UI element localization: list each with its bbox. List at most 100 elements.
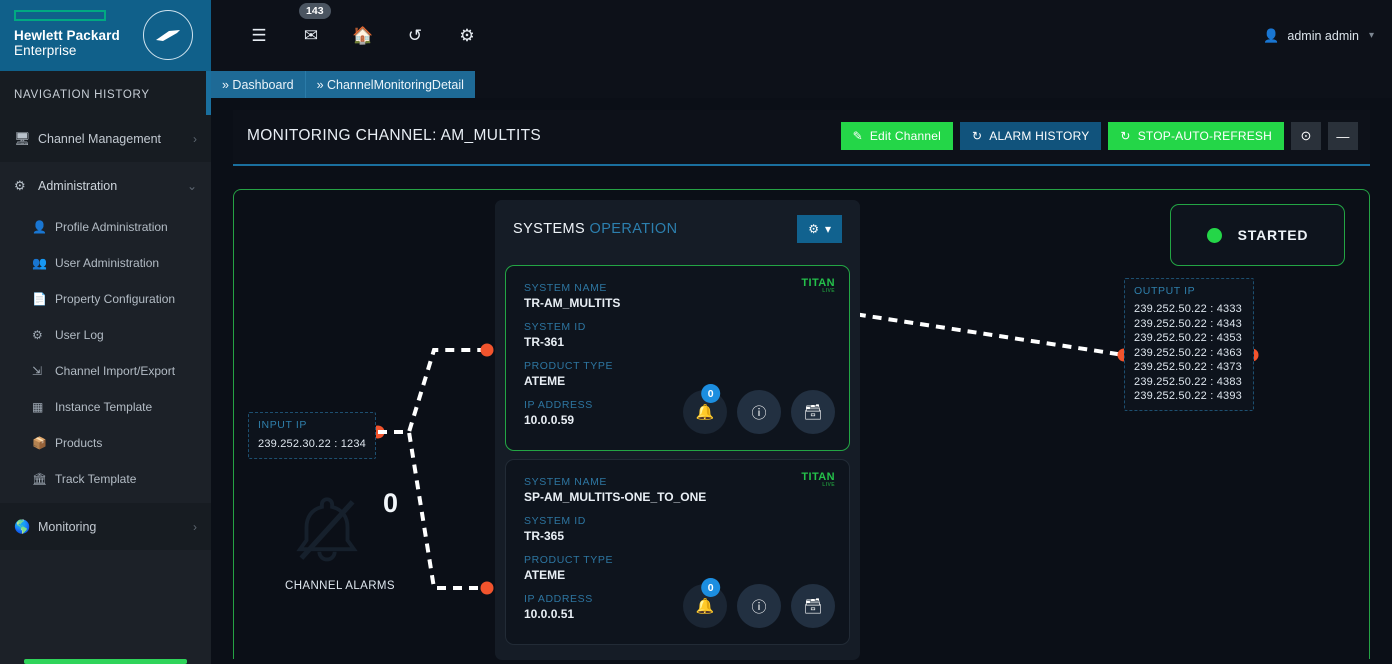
connection-node-system-1-in [480, 343, 494, 357]
sidebar-item-channel-import-export[interactable]: ⇲ Channel Import/Export [0, 353, 211, 389]
system-card[interactable]: TITAN LIVE SYSTEM NAME TR-AM_MULTITS SYS… [505, 265, 850, 451]
sidebar-item-profile-administration[interactable]: 👤 Profile Administration [0, 209, 211, 245]
channel-alarms-bell: 0 [260, 480, 420, 580]
status-label: STARTED [1237, 227, 1309, 243]
sidebar-item-monitoring[interactable]: 🌎 Monitoring › [0, 503, 211, 550]
expand-button[interactable]: ⊙ [1291, 122, 1321, 150]
system-id-label: SYSTEM ID [524, 321, 586, 333]
import-export-icon: ⇲ [32, 364, 43, 378]
database-icon-button[interactable]: 🗃 [791, 584, 835, 628]
breadcrumb-item-dashboard[interactable]: » Dashboard [211, 71, 305, 98]
sidebar-item-property-configuration[interactable]: 📄 Property Configuration [0, 281, 211, 317]
sidebar-item-track-template[interactable]: 🏛 Track Template [0, 461, 211, 497]
top-bar: ☰ ✉ 143 🏠 ↺ ⚙ 👤 admin admin ▾ [211, 0, 1392, 71]
titan-logo-sub: LIVE [822, 288, 835, 294]
systems-panel-title: SYSTEMS OPERATION [513, 221, 677, 237]
info-icon-button[interactable]: ⓘ [737, 390, 781, 434]
sidebar-item-label: Channel Import/Export [55, 364, 176, 378]
breadcrumb: » Dashboard » ChannelMonitoringDetail [211, 71, 1392, 98]
refresh-icon: ↻ [1120, 129, 1131, 143]
output-ip-value: 239.252.50.22 : 4373 [1134, 361, 1242, 373]
input-ip-title: INPUT IP [258, 419, 307, 431]
systems-panel-settings-button[interactable]: ⚙ ▾ [797, 214, 842, 243]
system-name-label: SYSTEM NAME [524, 476, 608, 488]
titan-logo: TITAN LIVE [801, 471, 835, 488]
sidebar-item-label: Instance Template [55, 400, 153, 414]
titan-logo: TITAN LIVE [801, 277, 835, 294]
hpe-logo-mark [14, 10, 106, 21]
systems-panel-title-main: SYSTEMS [513, 220, 586, 237]
sidebar-item-label: Profile Administration [55, 220, 168, 234]
topology-canvas: INPUT IP 239.252.30.22 : 1234 0 CHANNEL … [233, 189, 1370, 660]
connection-node-system-2-in [480, 581, 494, 595]
aruba-badge-icon [143, 10, 193, 60]
alarm-history-button[interactable]: ↻ ALARM HISTORY [959, 122, 1102, 150]
product-type-value: ATEME [524, 568, 566, 582]
info-icon-button[interactable]: ⓘ [737, 584, 781, 628]
minimize-button[interactable]: — [1328, 122, 1358, 150]
sidebar-item-label: Track Template [55, 472, 137, 486]
monitor-icon: 🖥 [14, 130, 31, 146]
user-icon: 👤 [1263, 27, 1280, 43]
refresh-icon[interactable]: ↺ [389, 16, 441, 56]
sidebar: Hewlett Packard Enterprise NAVIGATION HI… [0, 0, 211, 664]
output-ip-value: 239.252.50.22 : 4343 [1134, 317, 1242, 330]
gear-icon[interactable]: ⚙ [441, 16, 493, 56]
chevron-right-icon: › [193, 519, 197, 534]
sidebar-progress-bar [24, 659, 187, 664]
sidebar-item-label: Administration [38, 178, 118, 193]
output-ip-value: 239.252.50.22 : 4363 [1134, 346, 1242, 359]
sidebar-item-user-administration[interactable]: 👥 User Administration [0, 245, 211, 281]
users-icon: 👥 [32, 256, 47, 270]
page-header-actions: ✎ Edit Channel ↻ ALARM HISTORY ↻ STOP-AU… [840, 122, 1358, 150]
database-icon-button[interactable]: 🗃 [791, 390, 835, 434]
system-name-label: SYSTEM NAME [524, 282, 608, 294]
sidebar-item-label: Monitoring [38, 519, 97, 534]
product-type-value: ATEME [524, 374, 566, 388]
sidebar-item-label: User Administration [55, 256, 160, 270]
edit-channel-button[interactable]: ✎ Edit Channel [840, 122, 953, 150]
output-ip-box: OUTPUT IP 239.252.50.22 : 4333 239.252.5… [1124, 278, 1254, 411]
channel-alarms-count: 0 [382, 488, 398, 518]
profile-icon: 👤 [32, 220, 47, 234]
brand-line-1: Hewlett Packard [14, 28, 120, 43]
document-icon: 📄 [32, 292, 47, 306]
breadcrumb-item-channelmonitoringdetail[interactable]: » ChannelMonitoringDetail [304, 71, 475, 98]
sidebar-item-instance-template[interactable]: ▦ Instance Template [0, 389, 211, 425]
main-area: ☰ ✉ 143 🏠 ↺ ⚙ 👤 admin admin ▾ » Dashboar… [211, 0, 1392, 664]
sidebar-item-label: Products [55, 436, 103, 450]
caret-down-icon: ▾ [824, 221, 831, 236]
status-dot-icon [1206, 227, 1222, 243]
system-card[interactable]: TITAN LIVE SYSTEM NAME SP-AM_MULTITS-ONE… [505, 459, 850, 645]
sidebar-item-label: User Log [55, 328, 104, 342]
edit-channel-label: Edit Channel [869, 129, 941, 143]
product-type-label: PRODUCT TYPE [524, 554, 614, 566]
channel-alarms-label: CHANNEL ALARMS [285, 580, 395, 592]
input-ip-value: 239.252.30.22 : 1234 [258, 438, 366, 450]
bell-slash-icon [296, 497, 358, 562]
stop-auto-refresh-button[interactable]: ↻ STOP-AUTO-REFRESH [1108, 122, 1284, 150]
alarm-history-label: ALARM HISTORY [989, 129, 1090, 143]
sidebar-item-products[interactable]: 📦 Products [0, 425, 211, 461]
home-icon[interactable]: 🏠 [337, 16, 389, 56]
hamburger-icon[interactable]: ☰ [233, 16, 285, 56]
system-name-value: TR-AM_MULTITS [524, 296, 621, 310]
link-system-1-to-output [840, 310, 1125, 357]
sidebar-item-administration[interactable]: ⚙ Administration ⌄ [0, 162, 211, 209]
bell-slash-icon-button[interactable]: 🔔 0 [683, 578, 727, 628]
alarm-badge: 0 [701, 578, 721, 597]
user-menu[interactable]: 👤 admin admin ▾ [1263, 28, 1374, 44]
bell-slash-icon-button[interactable]: 🔔 0 [683, 384, 727, 434]
envelope-icon[interactable]: ✉ 143 [285, 2, 337, 56]
log-icon: ⚙ [32, 328, 43, 342]
sidebar-item-channel-management[interactable]: 🖥 Channel Management › [0, 115, 211, 162]
output-ip-title: OUTPUT IP [1134, 285, 1196, 297]
channel-status-indicator: STARTED [1170, 204, 1345, 266]
mail-badge: 143 [299, 2, 331, 19]
expand-icon: ⊙ [1300, 128, 1312, 143]
systems-panel-header: SYSTEMS OPERATION ⚙ ▾ [495, 200, 860, 257]
sidebar-item-label: Channel Management [38, 131, 161, 146]
sidebar-item-label: Property Configuration [55, 292, 176, 306]
system-card-actions: 🔔 0 ⓘ 🗃 [683, 578, 835, 628]
sidebar-item-user-log[interactable]: ⚙ User Log [0, 317, 211, 353]
